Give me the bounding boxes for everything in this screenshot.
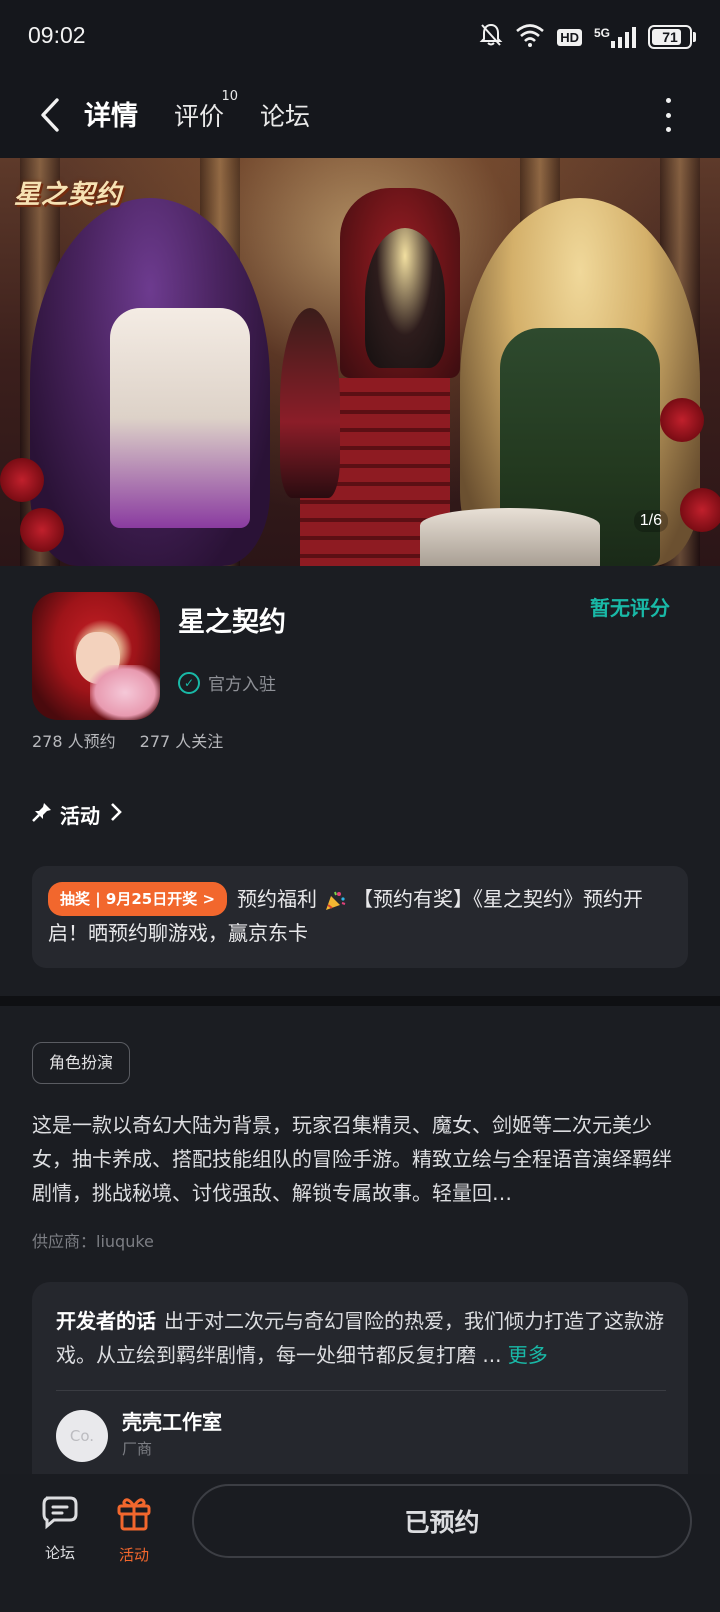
tab-forum[interactable]: 论坛 bbox=[260, 97, 310, 137]
activity-button[interactable]: 活动 bbox=[104, 1494, 164, 1565]
status-icons: HD 5G 71 bbox=[479, 22, 696, 52]
hd-icon: HD bbox=[557, 28, 582, 46]
pin-icon bbox=[32, 802, 52, 827]
game-banner[interactable]: 星之契约 1/6 bbox=[0, 158, 720, 566]
forum-button[interactable]: 论坛 bbox=[30, 1494, 90, 1563]
game-stats: 278 人预约 277 人关注 bbox=[32, 728, 223, 752]
activity-section-title: 活动 bbox=[60, 804, 100, 828]
battery-level: 71 bbox=[662, 29, 678, 45]
more-options-button[interactable] bbox=[656, 98, 680, 132]
section-divider bbox=[0, 996, 720, 1006]
more-vertical-icon bbox=[665, 98, 671, 103]
banner-logo: 星之契约 bbox=[14, 180, 123, 210]
game-info-section: 星之契约 ✓ 官方入驻 暂无评分 278 人预约 277 人关注 活动 抽奖 |… bbox=[0, 566, 720, 996]
tab-details-label: 详情 bbox=[84, 101, 138, 132]
developer-role: 厂商 bbox=[122, 1440, 153, 1458]
official-badge: ✓ 官方入驻 bbox=[178, 670, 276, 695]
game-description[interactable]: 这是一款以奇幻大陆为背景，玩家召集精灵、魔女、剑姬等二次元美少女，抽卡养成、搭配… bbox=[32, 1108, 672, 1210]
check-circle-icon: ✓ bbox=[178, 671, 200, 694]
genre-tag[interactable]: 角色扮演 bbox=[32, 1042, 131, 1084]
reserved-button[interactable]: 已预约 bbox=[192, 1484, 692, 1558]
bottom-action-bar: 论坛 活动 已预约 bbox=[0, 1474, 720, 1612]
developer-avatar[interactable]: Co. bbox=[56, 1410, 108, 1462]
tab-reviews-label: 评价 bbox=[174, 102, 225, 131]
supplier-label: 供应商：liuquke bbox=[32, 1232, 154, 1251]
developer-message-label: 开发者的话 bbox=[56, 1309, 156, 1333]
follower-count: 277 人关注 bbox=[139, 732, 224, 751]
status-time: 09:02 bbox=[28, 22, 86, 48]
network-label: 5G bbox=[593, 26, 610, 40]
more-link[interactable]: 更多 bbox=[508, 1343, 548, 1367]
gift-icon bbox=[115, 1494, 153, 1536]
chevron-right-icon bbox=[110, 802, 122, 827]
signal-icon: 5G bbox=[594, 26, 636, 48]
activity-button-label: 活动 bbox=[118, 1546, 149, 1564]
developer-divider bbox=[56, 1390, 666, 1391]
party-popper-icon bbox=[323, 889, 347, 913]
activity-text: 抽奖 | 9月25日开奖 > 预约福利 【预约有奖】《星之契约》预约开启！晒预约聊… bbox=[48, 882, 674, 950]
developer-card[interactable]: 开发者的话 出于对二次元与奇幻冒险的热爱，我们倾力打造了这款游戏。从立绘到羁绊剧情… bbox=[32, 1282, 688, 1492]
game-title: 星之契约 bbox=[178, 607, 286, 638]
bell-off-icon bbox=[479, 22, 503, 52]
tab-details[interactable]: 详情 bbox=[82, 94, 140, 137]
nav-bar: 详情 评价 10 论坛 bbox=[0, 76, 720, 158]
chevron-left-icon bbox=[41, 98, 59, 132]
status-bar: 09:02 HD 5G 71 bbox=[0, 0, 720, 76]
description-section: 角色扮演 这是一款以奇幻大陆为背景，玩家召集精灵、魔女、剑姬等二次元美少女，抽卡… bbox=[0, 1006, 720, 1492]
wifi-icon bbox=[515, 23, 545, 51]
back-button[interactable] bbox=[30, 90, 70, 140]
battery-icon: 71 bbox=[648, 25, 696, 49]
official-badge-label: 官方入驻 bbox=[208, 675, 276, 695]
nav-tabs: 详情 评价 10 论坛 bbox=[82, 89, 310, 137]
forum-button-label: 论坛 bbox=[44, 1544, 75, 1562]
activity-card[interactable]: 抽奖 | 9月25日开奖 > 预约福利 【预约有奖】《星之契约》预约开启！晒预约聊… bbox=[32, 866, 688, 968]
lottery-tag: 抽奖 | 9月25日开奖 > bbox=[48, 882, 228, 916]
developer-name[interactable]: 壳壳工作室 bbox=[122, 1406, 222, 1435]
tab-reviews[interactable]: 评价 10 bbox=[174, 89, 238, 137]
activity-section-header[interactable]: 活动 bbox=[32, 800, 122, 829]
game-icon bbox=[32, 592, 160, 720]
activity-text-prefix: 预约福利 bbox=[237, 887, 318, 911]
reservation-count: 278 人预约 bbox=[32, 732, 116, 751]
banner-page-counter: 1/6 bbox=[633, 510, 668, 532]
chat-bubble-icon bbox=[40, 1494, 80, 1534]
tab-forum-label: 论坛 bbox=[260, 102, 311, 131]
developer-message: 开发者的话 出于对二次元与奇幻冒险的热爱，我们倾力打造了这款游戏。从立绘到羁绊剧情… bbox=[56, 1304, 666, 1372]
rating-status[interactable]: 暂无评分 bbox=[590, 592, 670, 621]
